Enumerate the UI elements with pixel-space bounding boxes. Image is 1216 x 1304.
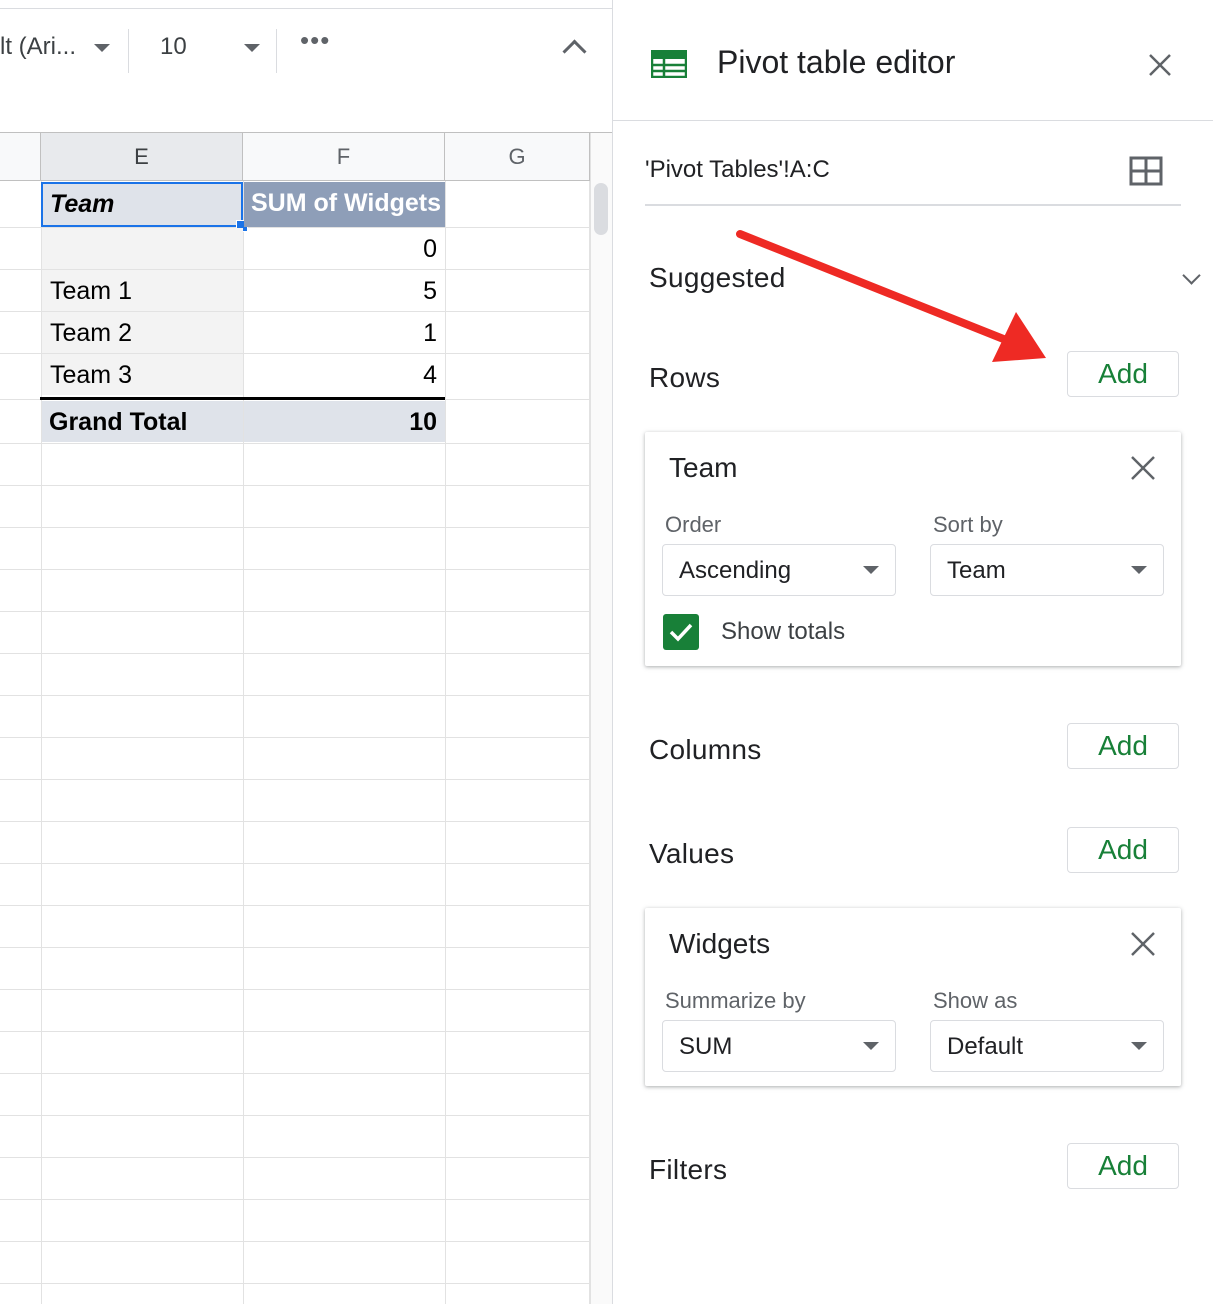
show-totals-label[interactable]: Show totals xyxy=(721,618,845,646)
toolbar: lt (Ari... 10 ••• xyxy=(0,8,612,86)
toolbar-divider xyxy=(128,29,129,73)
values-field-name: Widgets xyxy=(669,928,771,959)
vertical-scrollbar[interactable] xyxy=(590,133,613,1304)
order-dropdown-value: Ascending xyxy=(679,557,792,584)
grid-line xyxy=(0,443,590,444)
toolbar-divider xyxy=(276,29,277,73)
grid-line xyxy=(0,527,590,528)
pivot-row-value[interactable]: 1 xyxy=(244,312,445,353)
show-totals-checkbox[interactable] xyxy=(663,614,699,650)
grid-line xyxy=(0,1031,590,1032)
caret-down-icon xyxy=(863,1042,879,1050)
panel-title: Pivot table editor xyxy=(717,44,956,80)
grid-line xyxy=(0,485,590,486)
columns-add-button[interactable]: Add xyxy=(1067,723,1179,769)
grid-line xyxy=(0,863,590,864)
data-range[interactable]: 'Pivot Tables'!A:C xyxy=(645,156,830,184)
order-label: Order xyxy=(665,512,722,537)
caret-down-icon xyxy=(1131,1042,1147,1050)
range-underline xyxy=(645,204,1181,206)
spreadsheet-area: lt (Ari... 10 ••• E F G Team SUM of Widg… xyxy=(0,0,613,1304)
sort-by-dropdown[interactable]: Team xyxy=(930,544,1164,596)
filters-add-button[interactable]: Add xyxy=(1067,1143,1179,1189)
grid-line xyxy=(0,1199,590,1200)
grid-line xyxy=(0,1157,590,1158)
pivot-row-label[interactable]: Team 1 xyxy=(42,270,243,311)
font-family-caret-icon[interactable] xyxy=(94,44,110,52)
grid-line xyxy=(0,779,590,780)
remove-field-close-icon[interactable] xyxy=(1129,454,1157,482)
pivot-header-team[interactable]: Team xyxy=(41,182,243,227)
grid-line xyxy=(0,821,590,822)
formula-bar[interactable] xyxy=(0,85,612,134)
grid-line xyxy=(0,611,590,612)
checkmark-icon xyxy=(669,623,693,642)
grand-total-label[interactable]: Grand Total xyxy=(42,401,243,442)
panel-header: Pivot table editor xyxy=(613,0,1213,121)
show-as-label: Show as xyxy=(933,988,1018,1013)
pivot-header-sum[interactable]: SUM of Widgets xyxy=(244,182,445,227)
font-size-select[interactable]: 10 xyxy=(160,33,187,61)
show-as-dropdown-value: Default xyxy=(947,1033,1024,1060)
grand-total-value[interactable]: 10 xyxy=(244,401,445,442)
column-header-D[interactable] xyxy=(0,133,41,181)
close-icon[interactable] xyxy=(1145,50,1175,80)
columns-label: Columns xyxy=(649,734,762,765)
values-field-card: Widgets Summarize by Show as SUM Default xyxy=(645,908,1181,1086)
pivot-row-label[interactable]: Team 2 xyxy=(42,312,243,353)
rows-field-name: Team xyxy=(669,452,738,483)
grid-line xyxy=(0,989,590,990)
caret-down-icon xyxy=(863,566,879,574)
values-label: Values xyxy=(649,838,735,869)
select-range-grid-icon[interactable] xyxy=(1129,156,1163,186)
total-border xyxy=(40,397,445,400)
summarize-by-dropdown-value: SUM xyxy=(679,1033,733,1060)
order-dropdown[interactable]: Ascending xyxy=(662,544,896,596)
column-header-E[interactable]: E xyxy=(41,133,243,181)
chevron-up-icon[interactable] xyxy=(562,39,587,64)
filters-label: Filters xyxy=(649,1154,728,1185)
pivot-row-value[interactable]: 5 xyxy=(244,270,445,311)
values-add-button[interactable]: Add xyxy=(1067,827,1179,873)
column-header-F[interactable]: F xyxy=(243,133,445,181)
grid-line xyxy=(0,1073,590,1074)
pivot-row-label[interactable] xyxy=(42,228,243,269)
pivot-table-editor-panel: Pivot table editor 'Pivot Tables'!A:C Su… xyxy=(612,0,1216,1304)
grid-line xyxy=(0,1115,590,1116)
remove-field-close-icon[interactable] xyxy=(1129,930,1157,958)
pivot-row-value[interactable]: 0 xyxy=(244,228,445,269)
sheets-table-icon xyxy=(651,50,687,78)
font-family-select[interactable]: lt (Ari... xyxy=(0,33,76,61)
grid-line xyxy=(0,653,590,654)
column-header-G[interactable]: G xyxy=(445,133,590,181)
grid-line xyxy=(0,1283,590,1284)
scrollbar-thumb[interactable] xyxy=(594,183,608,235)
sort-by-dropdown-value: Team xyxy=(947,557,1006,584)
grid-line xyxy=(0,569,590,570)
chevron-down-icon[interactable] xyxy=(1182,266,1201,285)
suggested-label[interactable]: Suggested xyxy=(649,262,786,294)
grid-line xyxy=(0,947,590,948)
grid-line xyxy=(445,181,446,1304)
rows-label: Rows xyxy=(649,362,721,393)
grid-line xyxy=(0,695,590,696)
pivot-row-value[interactable]: 4 xyxy=(244,354,445,395)
caret-down-icon xyxy=(1131,566,1147,574)
grid-line xyxy=(0,905,590,906)
more-options-icon[interactable]: ••• xyxy=(300,25,330,56)
font-size-caret-icon[interactable] xyxy=(244,44,260,52)
rows-add-button[interactable]: Add xyxy=(1067,351,1179,397)
summarize-by-label: Summarize by xyxy=(665,988,806,1013)
show-as-dropdown[interactable]: Default xyxy=(930,1020,1164,1072)
pivot-row-label[interactable]: Team 3 xyxy=(42,354,243,395)
grid-line xyxy=(0,1241,590,1242)
sort-by-label: Sort by xyxy=(933,512,1003,537)
rows-field-card: Team Order Sort by Ascending Team Show t… xyxy=(645,432,1181,666)
summarize-by-dropdown[interactable]: SUM xyxy=(662,1020,896,1072)
grid-line xyxy=(0,737,590,738)
cell-grid: E F G Team SUM of Widgets 0 Team 1 5 Tea… xyxy=(0,133,590,1304)
